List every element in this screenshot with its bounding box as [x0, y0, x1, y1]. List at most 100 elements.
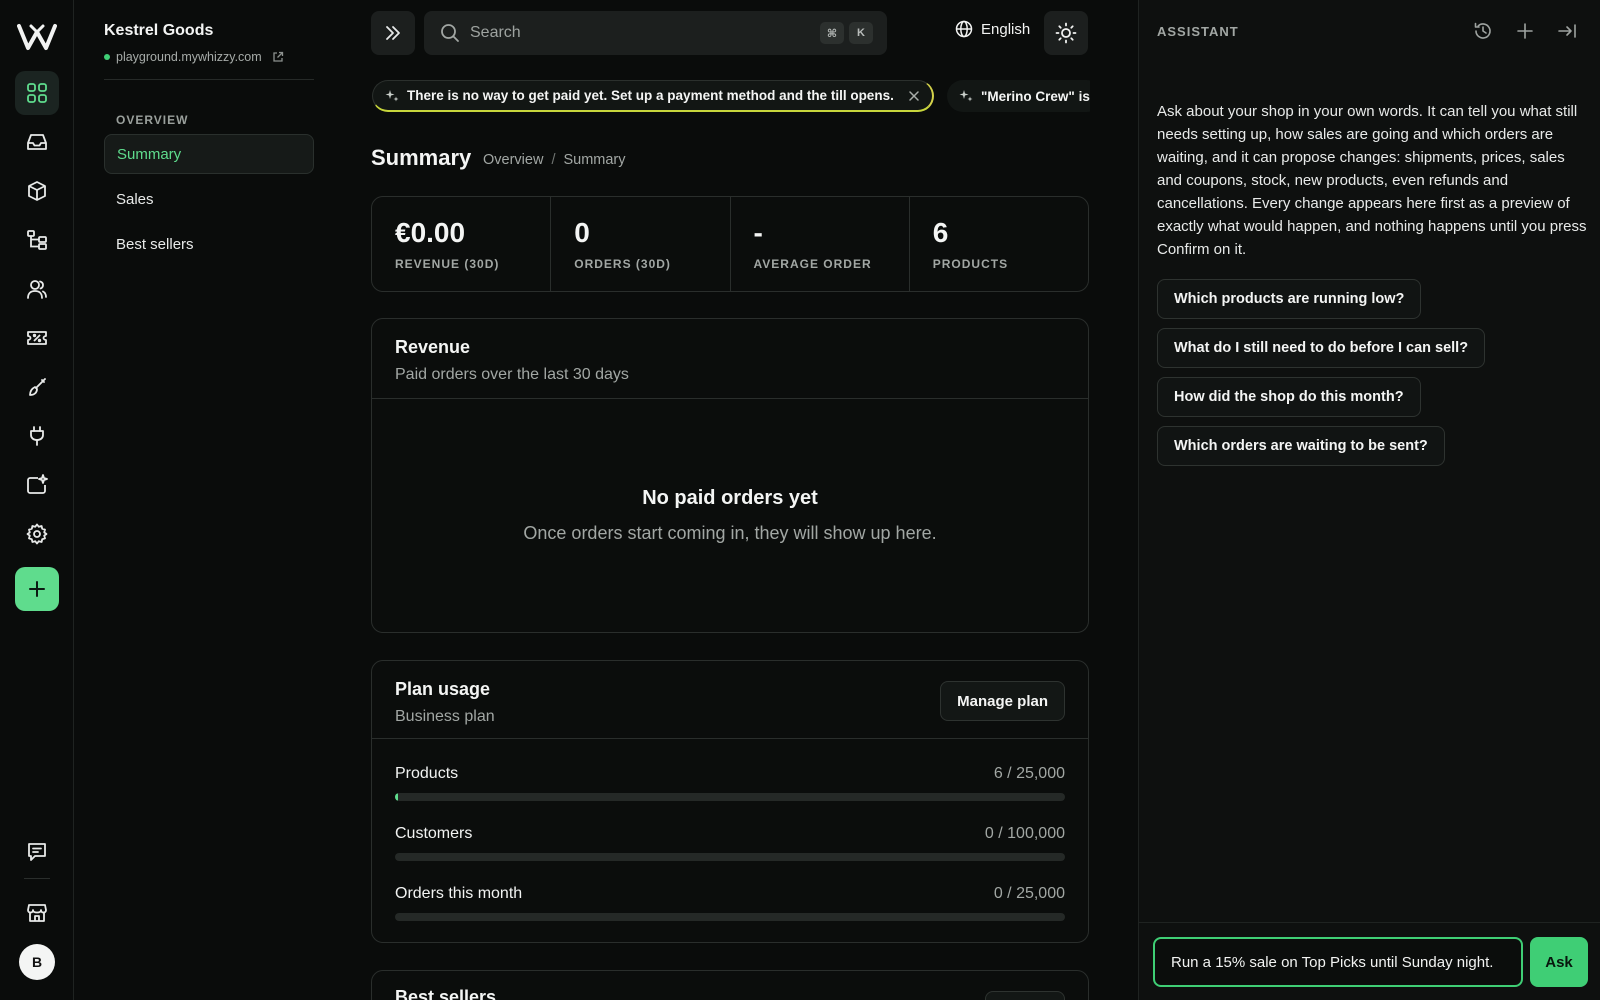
close-icon[interactable] — [908, 90, 920, 102]
search-input[interactable]: Search ⌘ K — [424, 11, 887, 55]
sidebar-item-best-sellers[interactable]: Best sellers — [104, 224, 314, 264]
rail-design-button[interactable] — [15, 365, 59, 409]
page-title: Summary — [371, 145, 472, 170]
rail-divider — [24, 878, 50, 879]
empty-state-text: Once orders start coming in, they will s… — [523, 523, 937, 543]
notice-strip: There is no way to get paid yet. Set up … — [372, 80, 1090, 113]
revenue-card-header: Revenue Paid orders over the last 30 day… — [372, 319, 1088, 399]
stats-card: €0.00 REVENUE (30D) 0 ORDERS (30D) - AVE… — [371, 196, 1089, 292]
rail-customers-button[interactable] — [15, 267, 59, 311]
history-button[interactable] — [1472, 20, 1494, 42]
chat-icon — [28, 843, 46, 861]
stat-orders: 0 ORDERS (30D) — [551, 197, 731, 291]
usage-value: 6 / 25,000 — [993, 765, 1065, 782]
usage-value: 0 / 25,000 — [993, 885, 1065, 902]
usage-label: Customers — [395, 825, 473, 842]
rail-discounts-button[interactable] — [15, 316, 59, 360]
ask-button[interactable]: Ask — [1530, 937, 1588, 987]
usage-row-products: Products 6 / 25,000 — [395, 765, 1065, 805]
breadcrumb: Overview / Summary — [483, 152, 626, 168]
rail-storefront-button[interactable] — [15, 891, 59, 935]
store-url-link[interactable]: playground.mywhizzy.com — [104, 50, 284, 64]
sparkle-icon — [959, 90, 973, 102]
best-sellers-card: Best sellers — [371, 970, 1089, 1000]
best-sellers-action-button[interactable] — [985, 991, 1065, 1000]
notice-text: There is no way to get paid yet. Set up … — [407, 88, 894, 103]
empty-state-title: No paid orders yet — [642, 487, 818, 509]
store-name: Kestrel Goods — [104, 22, 214, 39]
stat-revenue: €0.00 REVENUE (30D) — [372, 197, 552, 291]
usage-label: Orders this month — [395, 885, 523, 902]
manage-plan-button[interactable]: Manage plan — [940, 681, 1065, 721]
plus-icon — [1517, 23, 1533, 39]
rail-settings-button[interactable] — [15, 512, 59, 556]
suggestion-before-sell[interactable]: What do I still need to do before I can … — [1157, 328, 1486, 368]
sidebar-divider — [104, 79, 314, 80]
usage-bar — [395, 793, 1065, 801]
rail-integrations-button[interactable] — [15, 414, 59, 458]
suggestion-waiting-orders[interactable]: Which orders are waiting to be sent? — [1157, 426, 1445, 466]
sun-icon — [1055, 22, 1077, 44]
rail-ai-button[interactable] — [15, 463, 59, 507]
theme-toggle-button[interactable] — [1044, 11, 1088, 55]
stat-value: - — [753, 217, 763, 248]
brush-icon — [29, 378, 46, 396]
brand-logo-icon[interactable] — [17, 22, 57, 52]
usage-row-orders: Orders this month 0 / 25,000 — [395, 885, 1065, 925]
rail-inbox-button[interactable] — [15, 120, 59, 164]
rail-dashboard-button[interactable] — [15, 71, 59, 115]
stat-label: AVERAGE ORDER — [753, 257, 872, 271]
revenue-card: Revenue Paid orders over the last 30 day… — [371, 318, 1089, 633]
expand-panel-button[interactable] — [371, 11, 415, 55]
sidebar-item-summary[interactable]: Summary — [104, 134, 314, 174]
notice-text: "Merino Crew" is — [981, 88, 1090, 104]
rail-categories-button[interactable] — [15, 218, 59, 262]
avatar[interactable]: B — [19, 944, 55, 980]
secondary-sidebar: Kestrel Goods playground.mywhizzy.com OV… — [75, 0, 340, 1000]
usage-bar — [395, 853, 1065, 861]
rail-feedback-button[interactable] — [15, 830, 59, 874]
shortcut-key-modifier: ⌘ — [820, 22, 844, 44]
dashboard-grid-icon — [27, 83, 47, 103]
plug-icon — [30, 426, 44, 446]
sparkle-icon — [385, 89, 399, 101]
suggestion-this-month[interactable]: How did the shop do this month? — [1157, 377, 1421, 417]
search-icon — [441, 24, 459, 42]
stat-label: REVENUE (30D) — [395, 257, 500, 271]
box-icon — [28, 181, 46, 201]
plan-usage-card: Plan usage Business plan Manage plan Pro… — [371, 660, 1089, 943]
stat-products: 6 PRODUCTS — [910, 197, 1088, 291]
best-sellers-title: Best sellers — [395, 987, 497, 1000]
revenue-subtitle: Paid orders over the last 30 days — [395, 366, 629, 383]
globe-icon — [955, 20, 973, 38]
shortcut-key-k: K — [849, 22, 873, 44]
chevrons-right-icon — [386, 26, 400, 40]
inbox-icon — [27, 134, 47, 150]
stock-notice[interactable]: "Merino Crew" is — [947, 80, 1090, 112]
usage-bar — [395, 913, 1065, 921]
stat-value: €0.00 — [395, 217, 466, 248]
usage-value: 0 / 100,000 — [984, 825, 1065, 842]
storefront-icon — [27, 904, 47, 922]
online-status-dot — [104, 54, 110, 60]
close-panel-button[interactable] — [1556, 20, 1578, 42]
sidebar-item-sales[interactable]: Sales — [104, 179, 314, 219]
rail-products-button[interactable] — [15, 169, 59, 213]
breadcrumb-summary: Summary — [563, 152, 626, 168]
new-chat-button[interactable] — [1514, 20, 1536, 42]
breadcrumb-overview[interactable]: Overview — [483, 152, 543, 168]
payment-setup-notice[interactable]: There is no way to get paid yet. Set up … — [372, 80, 934, 112]
stat-value: 6 — [932, 217, 949, 248]
search-placeholder: Search — [470, 24, 521, 41]
assistant-panel: ASSISTANT Ask about your shop in your ow… — [1138, 0, 1600, 1000]
hierarchy-icon — [27, 230, 47, 250]
usage-label: Products — [395, 765, 459, 782]
rail-add-button[interactable] — [15, 567, 59, 611]
ask-input[interactable]: Run a 15% sale on Top Picks until Sunday… — [1153, 937, 1523, 987]
suggestion-running-low[interactable]: Which products are running low? — [1157, 279, 1422, 319]
language-selector[interactable]: English — [955, 20, 1030, 38]
assistant-title: ASSISTANT — [1157, 24, 1239, 39]
stat-value: 0 — [574, 217, 590, 248]
language-label: English — [981, 20, 1031, 38]
stat-average-order: - AVERAGE ORDER — [731, 197, 910, 291]
